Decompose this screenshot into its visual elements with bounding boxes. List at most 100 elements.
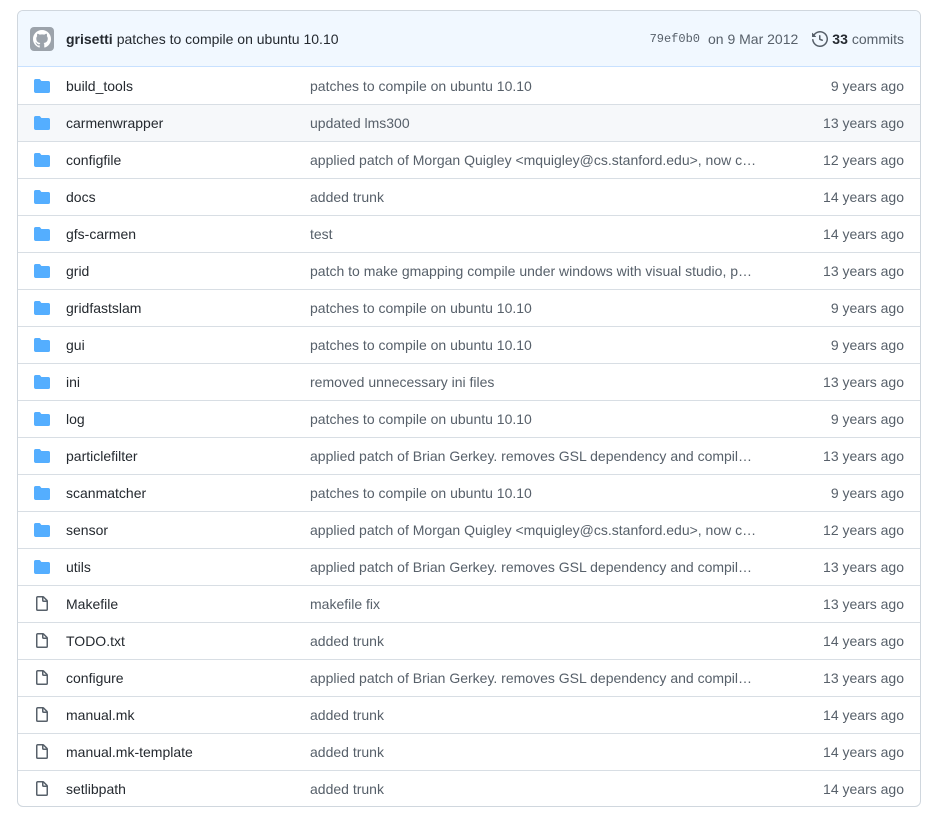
file-commit-message-link[interactable]: added trunk xyxy=(310,633,770,649)
file-row[interactable]: Makefile makefile fix 13 years ago xyxy=(18,585,920,622)
file-commit-age: 13 years ago xyxy=(823,263,904,279)
file-icon xyxy=(34,781,50,797)
file-name-link[interactable]: build_tools xyxy=(66,78,310,94)
file-commit-age: 13 years ago xyxy=(823,448,904,464)
file-commit-message-link[interactable]: added trunk xyxy=(310,781,770,797)
file-name-link[interactable]: setlibpath xyxy=(66,781,310,797)
commit-count: 33 xyxy=(832,30,848,47)
file-row[interactable]: carmenwrapper updated lms300 13 years ago xyxy=(18,104,920,141)
file-row[interactable]: grid patch to make gmapping compile under… xyxy=(18,252,920,289)
folder-icon xyxy=(34,300,50,316)
folder-icon xyxy=(34,115,50,131)
file-row[interactable]: log patches to compile on ubuntu 10.10 9 y… xyxy=(18,400,920,437)
file-row[interactable]: manual.mk-template added trunk 14 years ag… xyxy=(18,733,920,770)
file-commit-message-link[interactable]: applied patch of Morgan Quigley <mquigle… xyxy=(310,522,770,538)
file-commit-age: 9 years ago xyxy=(830,300,904,316)
file-row[interactable]: configure applied patch of Brian Gerkey. … xyxy=(18,659,920,696)
commit-sha[interactable]: 79ef0b0 xyxy=(650,32,700,46)
folder-icon xyxy=(34,152,50,168)
file-row[interactable]: configfile applied patch of Morgan Quigle… xyxy=(18,141,920,178)
file-commit-message-link[interactable]: test xyxy=(310,226,770,242)
folder-icon xyxy=(34,337,50,353)
folder-icon xyxy=(34,559,50,575)
file-commit-message-link[interactable]: patches to compile on ubuntu 10.10 xyxy=(310,78,770,94)
commit-message[interactable]: patches to compile on ubuntu 10.10 xyxy=(117,31,339,47)
commit-author[interactable]: grisetti xyxy=(66,31,113,47)
file-commit-message-link[interactable]: makefile fix xyxy=(310,596,770,612)
file-commit-message-link[interactable]: patches to compile on ubuntu 10.10 xyxy=(310,300,770,316)
latest-commit-bar: grisetti patches to compile on ubuntu 10… xyxy=(18,11,920,67)
file-row[interactable]: TODO.txt added trunk 14 years ago xyxy=(18,622,920,659)
folder-icon xyxy=(34,226,50,242)
file-row[interactable]: manual.mk added trunk 14 years ago xyxy=(18,696,920,733)
file-name-link[interactable]: particlefilter xyxy=(66,448,310,464)
file-name-link[interactable]: TODO.txt xyxy=(66,633,310,649)
history-icon xyxy=(812,30,829,47)
file-name-link[interactable]: docs xyxy=(66,189,310,205)
file-name-link[interactable]: configure xyxy=(66,670,310,686)
file-commit-message-link[interactable]: patches to compile on ubuntu 10.10 xyxy=(310,411,770,427)
file-row[interactable]: particlefilter applied patch of Brian Ger… xyxy=(18,437,920,474)
file-name-link[interactable]: grid xyxy=(66,263,310,279)
file-commit-message-link[interactable]: patches to compile on ubuntu 10.10 xyxy=(310,485,770,501)
file-commit-message-link[interactable]: applied patch of Brian Gerkey. removes G… xyxy=(310,559,770,575)
file-row[interactable]: gfs-carmen test 14 years ago xyxy=(18,215,920,252)
file-commit-message-link[interactable]: added trunk xyxy=(310,189,770,205)
file-name-link[interactable]: gfs-carmen xyxy=(66,226,310,242)
file-name-link[interactable]: configfile xyxy=(66,152,310,168)
file-commit-age: 9 years ago xyxy=(830,411,904,427)
file-commit-age: 14 years ago xyxy=(823,633,904,649)
file-row[interactable]: docs added trunk 14 years ago xyxy=(18,178,920,215)
file-commit-age: 9 years ago xyxy=(830,485,904,501)
file-name-link[interactable]: sensor xyxy=(66,522,310,538)
file-name-link[interactable]: carmenwrapper xyxy=(66,115,310,131)
file-commit-age: 14 years ago xyxy=(823,707,904,723)
commit-date: on 9 Mar 2012 xyxy=(708,30,799,47)
file-commit-message-link[interactable]: updated lms300 xyxy=(310,115,770,131)
file-icon xyxy=(34,744,50,760)
file-row[interactable]: utils applied patch of Brian Gerkey. remo… xyxy=(18,548,920,585)
file-commit-message-link[interactable]: applied patch of Brian Gerkey. removes G… xyxy=(310,670,770,686)
file-name-link[interactable]: ini xyxy=(66,374,310,390)
file-row[interactable]: scanmatcher patches to compile on ubuntu … xyxy=(18,474,920,511)
commit-count-label: commits xyxy=(851,30,904,47)
folder-icon xyxy=(34,374,50,390)
file-icon xyxy=(34,670,50,686)
file-commit-age: 9 years ago xyxy=(830,337,904,353)
file-commit-age: 12 years ago xyxy=(823,152,904,168)
file-row[interactable]: sensor applied patch of Morgan Quigley <m… xyxy=(18,511,920,548)
file-commit-message-link[interactable]: patches to compile on ubuntu 10.10 xyxy=(310,337,770,353)
file-commit-message-link[interactable]: added trunk xyxy=(310,707,770,723)
folder-icon xyxy=(34,485,50,501)
file-name-link[interactable]: Makefile xyxy=(66,596,310,612)
github-octocat-icon xyxy=(33,29,51,48)
file-commit-age: 13 years ago xyxy=(823,596,904,612)
file-commit-message-link[interactable]: patch to make gmapping compile under win… xyxy=(310,263,770,279)
file-name-link[interactable]: gui xyxy=(66,337,310,353)
file-name-link[interactable]: scanmatcher xyxy=(66,485,310,501)
file-commit-message-link[interactable]: removed unnecessary ini files xyxy=(310,374,770,390)
file-commit-age: 12 years ago xyxy=(823,522,904,538)
file-row[interactable]: gridfastslam patches to compile on ubuntu… xyxy=(18,289,920,326)
folder-icon xyxy=(34,522,50,538)
file-commit-message-link[interactable]: applied patch of Brian Gerkey. removes G… xyxy=(310,448,770,464)
file-list: build_tools patches to compile on ubuntu … xyxy=(18,67,920,806)
file-name-link[interactable]: log xyxy=(66,411,310,427)
file-name-link[interactable]: manual.mk xyxy=(66,707,310,723)
avatar[interactable] xyxy=(30,26,54,51)
commit-history-link[interactable]: 33 commits xyxy=(812,31,904,47)
file-commit-message-link[interactable]: added trunk xyxy=(310,744,770,760)
file-row[interactable]: setlibpath added trunk 14 years ago xyxy=(18,770,920,806)
file-commit-age: 13 years ago xyxy=(823,115,904,131)
file-commit-age: 13 years ago xyxy=(823,374,904,390)
folder-icon xyxy=(34,448,50,464)
file-name-link[interactable]: utils xyxy=(66,559,310,575)
file-commit-age: 14 years ago xyxy=(823,189,904,205)
file-commit-message-link[interactable]: applied patch of Morgan Quigley <mquigle… xyxy=(310,152,770,168)
file-row[interactable]: ini removed unnecessary ini files 13 years… xyxy=(18,363,920,400)
file-row[interactable]: build_tools patches to compile on ubuntu … xyxy=(18,67,920,104)
file-row[interactable]: gui patches to compile on ubuntu 10.10 9 y… xyxy=(18,326,920,363)
file-name-link[interactable]: manual.mk-template xyxy=(66,744,310,760)
file-name-link[interactable]: gridfastslam xyxy=(66,300,310,316)
folder-icon xyxy=(34,189,50,205)
